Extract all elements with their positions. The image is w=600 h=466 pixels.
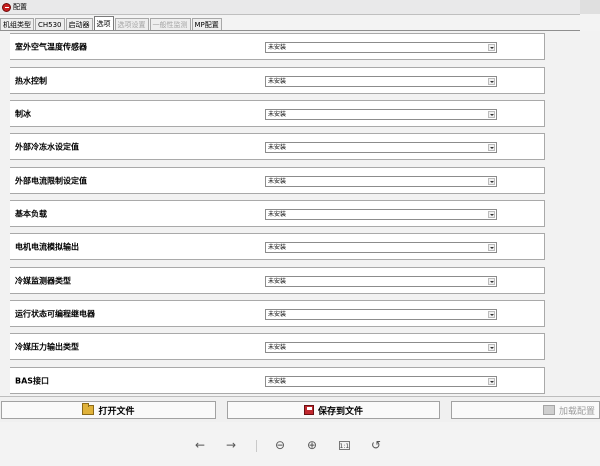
option-label: 外部电流限制设定值 — [15, 176, 87, 185]
option-label: 冷媒监测器类型 — [15, 276, 71, 285]
option-select[interactable]: 未安装 — [265, 109, 497, 120]
tab-options[interactable]: 选项 — [93, 16, 114, 30]
actual-size-icon: 1:1 — [338, 440, 350, 450]
option-select[interactable]: 未安装 — [265, 376, 497, 387]
option-row: BAS接口 未安装 — [10, 367, 545, 394]
option-row: 外部冷冻水设定值 未安装 — [10, 133, 545, 160]
tab-strip: 机组类型 CH530 启动器 选项 选项设置 一般性监测 MP配置 — [0, 15, 580, 31]
chevron-down-icon[interactable] — [488, 144, 495, 151]
option-select[interactable]: 未安装 — [265, 76, 497, 87]
chevron-down-icon[interactable] — [488, 344, 495, 351]
tab-ch530[interactable]: CH530 — [35, 18, 65, 30]
folder-icon — [82, 403, 95, 415]
option-label: 室外空气温度传感器 — [15, 42, 87, 51]
option-row: 外部电流限制设定值 未安装 — [10, 167, 545, 194]
chevron-down-icon[interactable] — [488, 311, 495, 318]
save-to-file-button[interactable]: 保存到文件 — [227, 401, 440, 419]
option-select[interactable]: 未安装 — [265, 42, 497, 53]
tab-option-settings: 选项设置 — [114, 18, 149, 30]
window-titlebar: 配置 — [0, 0, 580, 15]
open-file-label: 打开文件 — [98, 406, 135, 417]
tab-unit-type[interactable]: 机组类型 — [0, 18, 34, 30]
select-value: 未安装 — [268, 211, 287, 218]
chevron-down-icon[interactable] — [488, 244, 495, 251]
load-config-icon — [542, 405, 555, 415]
floppy-disk-icon — [303, 405, 314, 415]
image-viewer-toolbar: ← → ⊖ ⊕ 1:1 ↺ — [0, 422, 600, 466]
chevron-down-icon[interactable] — [488, 278, 495, 285]
option-select[interactable]: 未安装 — [265, 309, 497, 320]
option-label: 运行状态可编程继电器 — [15, 309, 95, 318]
select-value: 未安装 — [268, 111, 287, 118]
chevron-down-icon[interactable] — [488, 111, 495, 118]
option-label: 制冰 — [15, 109, 31, 118]
tab-general-monitoring: 一般性监测 — [149, 18, 191, 30]
forward-arrow-icon[interactable]: → — [224, 438, 238, 452]
option-select[interactable]: 未安装 — [265, 242, 497, 253]
option-label: 冷媒压力输出类型 — [15, 342, 79, 351]
chevron-down-icon[interactable] — [488, 178, 495, 185]
option-label: 外部冷冻水设定值 — [15, 142, 79, 151]
load-config-label: 加载配置 — [558, 406, 595, 417]
titlebar-scroll-strip — [580, 0, 600, 14]
tab-mp-config[interactable]: MP配置 — [191, 18, 222, 30]
option-row: 电机电流模拟输出 未安装 — [10, 233, 545, 260]
option-label: 电机电流模拟输出 — [15, 242, 79, 251]
option-row: 运行状态可编程继电器 未安装 — [10, 300, 545, 327]
action-bar: 打开文件 保存到文件 加载配置 — [0, 396, 600, 423]
save-to-file-label: 保存到文件 — [317, 406, 363, 417]
actual-size-button[interactable]: 1:1 — [337, 438, 351, 452]
chevron-down-icon[interactable] — [488, 211, 495, 218]
option-select[interactable]: 未安装 — [265, 209, 497, 220]
option-row: 制冰 未安装 — [10, 100, 545, 127]
option-label: 基本负载 — [15, 209, 47, 218]
open-file-button[interactable]: 打开文件 — [1, 401, 216, 419]
select-value: 未安装 — [268, 244, 287, 251]
select-value: 未安装 — [268, 344, 287, 351]
rotate-icon[interactable]: ↺ — [369, 438, 383, 452]
option-row: 基本负载 未安装 — [10, 200, 545, 227]
option-select[interactable]: 未安装 — [265, 142, 497, 153]
chevron-down-icon[interactable] — [488, 378, 495, 385]
chevron-down-icon[interactable] — [488, 78, 495, 85]
toolbar-divider — [256, 440, 257, 452]
option-select[interactable]: 未安装 — [265, 342, 497, 353]
option-label: BAS接口 — [15, 376, 50, 385]
select-value: 未安装 — [268, 78, 287, 85]
select-value: 未安装 — [268, 311, 287, 318]
select-value: 未安装 — [268, 178, 287, 185]
option-label: 热水控制 — [15, 76, 47, 85]
window-title: 配置 — [13, 3, 27, 11]
options-panel: 室外空气温度传感器 未安装 热水控制 未安装 制冰 未安装 外部冷冻水设定值 未… — [0, 31, 600, 395]
zoom-in-icon[interactable]: ⊕ — [305, 438, 319, 452]
select-value: 未安装 — [268, 44, 287, 51]
option-select[interactable]: 未安装 — [265, 176, 497, 187]
option-select[interactable]: 未安装 — [265, 276, 497, 287]
option-row: 冷媒压力输出类型 未安装 — [10, 333, 545, 360]
option-row: 室外空气温度传感器 未安装 — [10, 33, 545, 60]
select-value: 未安装 — [268, 278, 287, 285]
load-config-button: 加载配置 — [451, 401, 600, 419]
option-row: 冷媒监测器类型 未安装 — [10, 267, 545, 294]
select-value: 未安装 — [268, 144, 287, 151]
back-arrow-icon[interactable]: ← — [193, 438, 207, 452]
option-row: 热水控制 未安装 — [10, 67, 545, 94]
zoom-out-icon[interactable]: ⊖ — [273, 438, 287, 452]
chevron-down-icon[interactable] — [488, 44, 495, 51]
tab-starter[interactable]: 启动器 — [65, 18, 93, 30]
app-icon — [2, 2, 11, 12]
select-value: 未安装 — [268, 378, 287, 385]
